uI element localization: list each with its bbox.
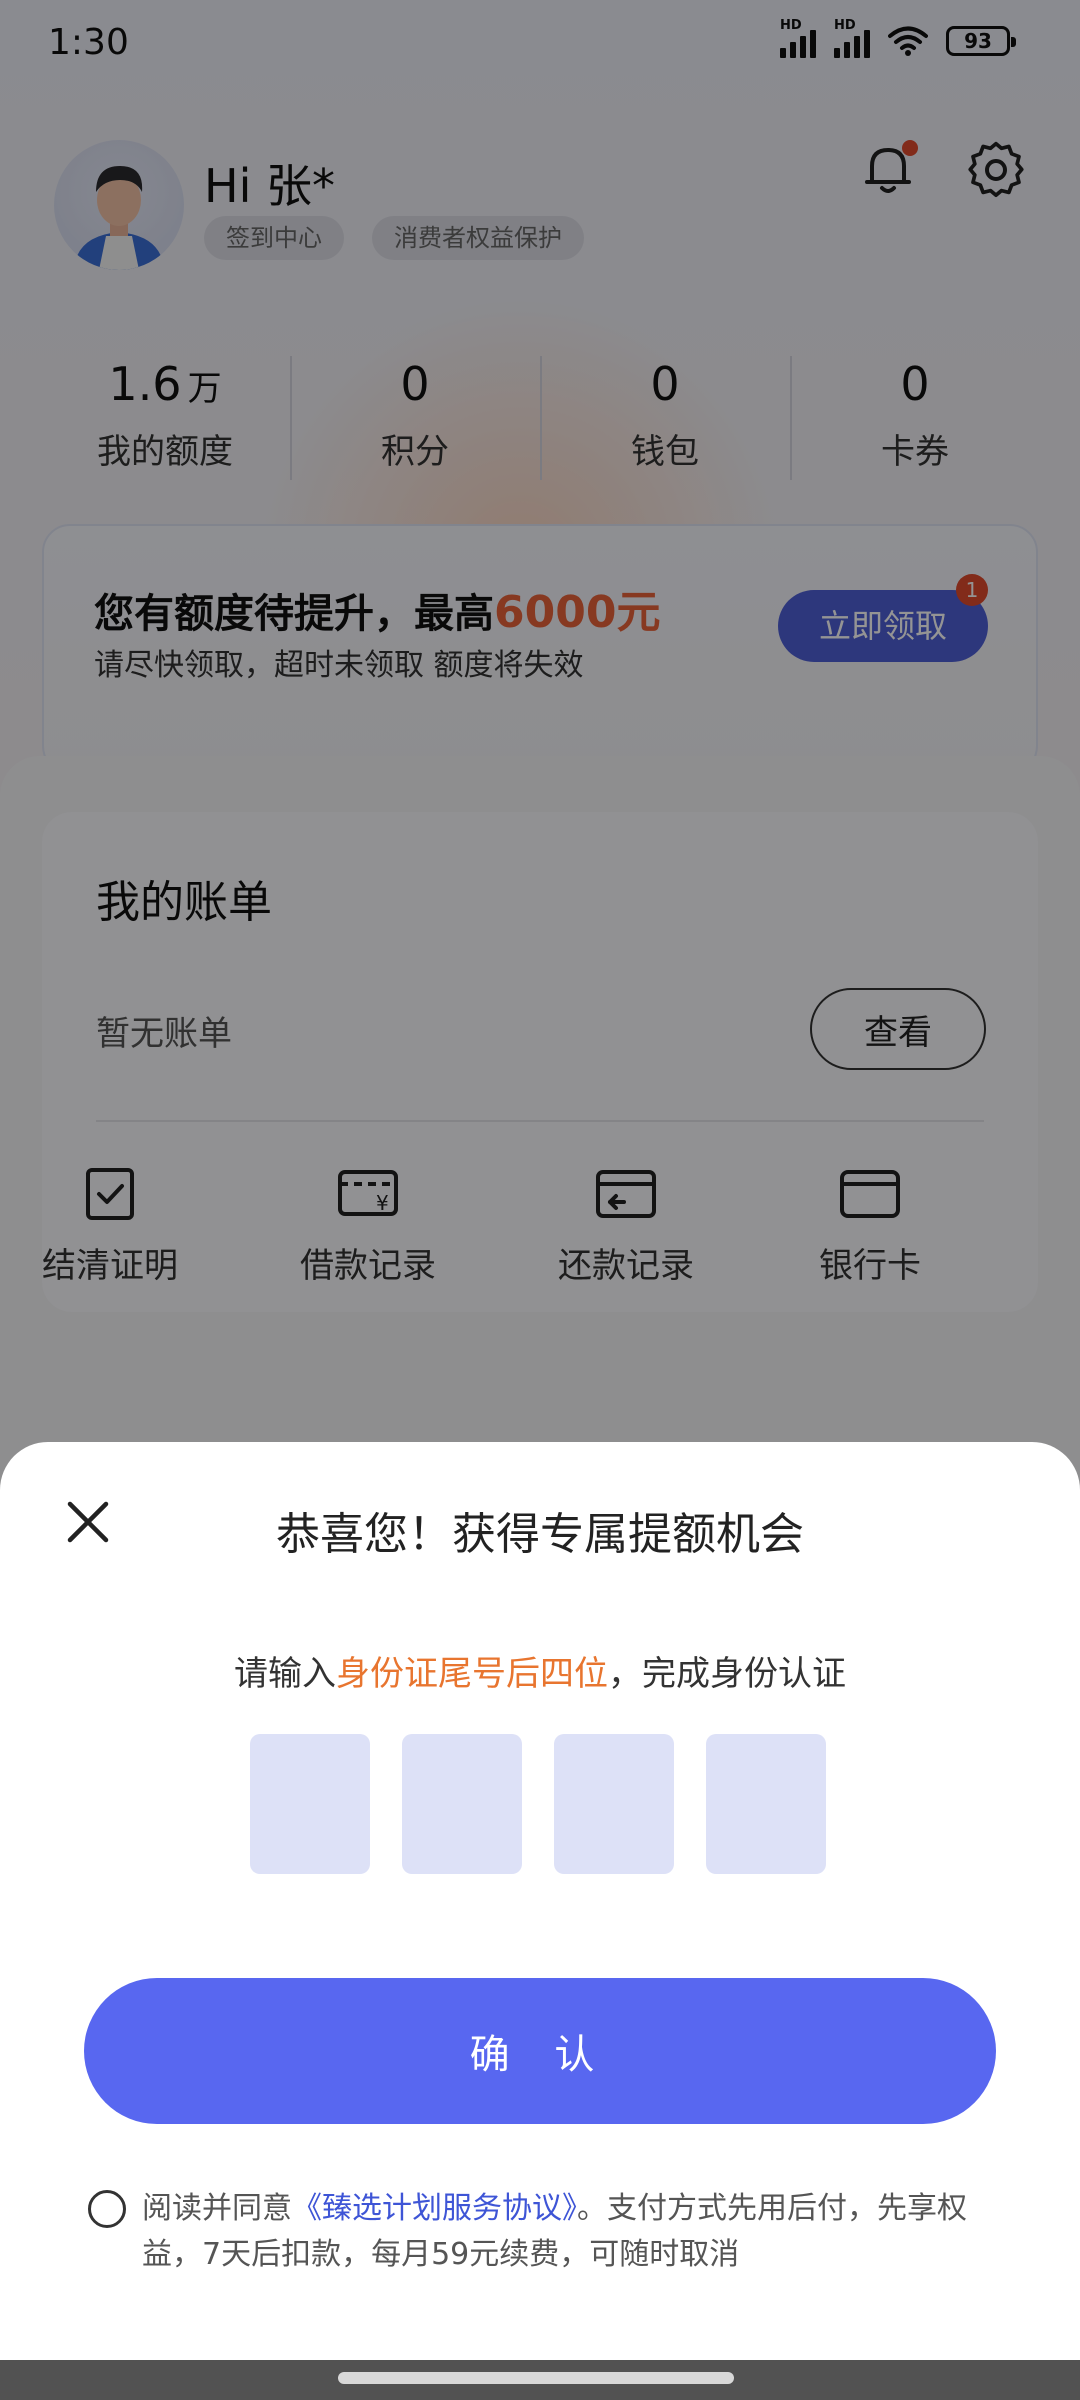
agreement-link[interactable]: 《臻选计划服务协议》 [292,2191,577,2226]
sheet-title: 恭喜您！获得专属提额机会 [276,1509,804,1560]
id-digit-input-3[interactable] [554,1734,674,1874]
instruction-suffix: ，完成身份认证 [608,1654,846,1694]
id-digit-input-4[interactable] [706,1734,826,1874]
id-digit-inputs [250,1734,830,1874]
agreement-prefix: 阅读并同意 [142,2191,292,2226]
agreement-radio[interactable] [88,2190,126,2228]
agreement-text: 阅读并同意《臻选计划服务协议》。支付方式先用后付，先享权益，7天后扣款，每月59… [142,2186,1002,2278]
id-digit-input-1[interactable] [250,1734,370,1874]
instruction-prefix: 请输入 [234,1654,336,1694]
confirm-button[interactable]: 确 认 [84,1978,996,2124]
home-indicator[interactable] [338,2372,734,2384]
instruction-highlight: 身份证尾号后四位 [336,1654,608,1694]
sheet-instruction: 请输入身份证尾号后四位，完成身份认证 [0,1646,1080,1695]
id-digit-input-2[interactable] [402,1734,522,1874]
